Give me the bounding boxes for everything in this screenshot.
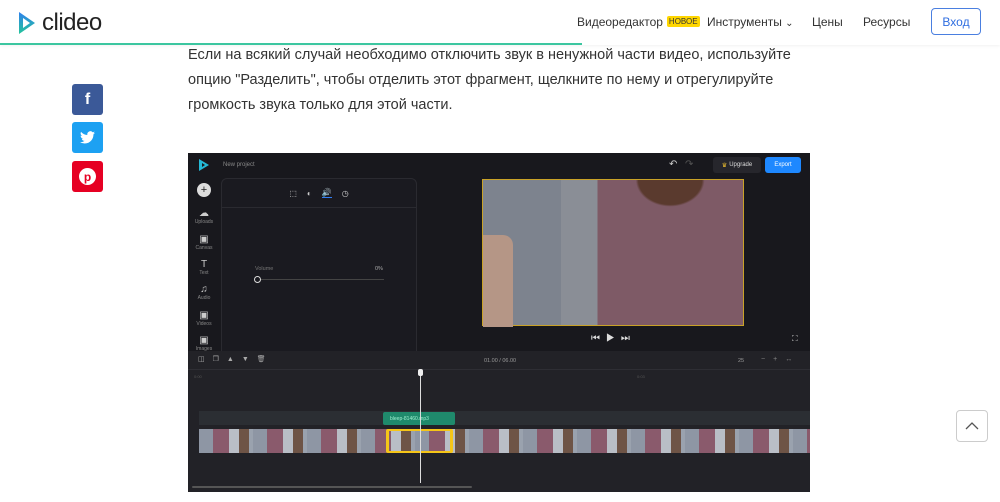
layer-down-icon[interactable]: ▼ <box>242 356 257 363</box>
new-badge: НОВОЕ <box>666 16 700 27</box>
sidebar-label: Text <box>199 270 209 276</box>
sidebar-images[interactable]: ▣ Images <box>189 335 219 352</box>
project-name[interactable]: New project <box>223 162 255 168</box>
volume-slider[interactable] <box>258 279 384 280</box>
sidebar-text[interactable]: T Text <box>189 259 219 276</box>
nav-resources[interactable]: Ресурсы <box>863 15 910 29</box>
undo-icon[interactable]: ↶ <box>669 159 677 170</box>
fullscreen-icon[interactable]: ⛶ <box>792 334 798 344</box>
clideo-logo-icon <box>19 12 35 34</box>
video-preview[interactable] <box>482 179 744 327</box>
playhead[interactable] <box>420 371 421 483</box>
export-button[interactable]: Export <box>765 157 801 173</box>
pinterest-icon: p <box>79 168 96 185</box>
upload-icon: ☁ <box>199 208 209 219</box>
twitter-share-button[interactable] <box>72 122 103 153</box>
timeline: ◫❐▲▼🗑 01.00 / 06.00 25 −+↔ 0:00 0:03 ble… <box>188 351 810 492</box>
ruler-tick: 0:03 <box>637 374 645 379</box>
playback-controls: ⏮▶⏭ <box>591 333 636 344</box>
nav-label: Инструменты <box>707 15 782 29</box>
skip-forward-icon[interactable]: ⏭ <box>621 333 636 344</box>
properties-panel: ⬚ ◐ 🔊 ◷ Volume 0% <box>221 178 417 374</box>
sidebar-videos[interactable]: ▣ Videos <box>189 310 219 327</box>
zoom-controls: −+↔ <box>761 356 800 363</box>
volume-slider-handle[interactable] <box>254 276 261 283</box>
video-track[interactable] <box>199 429 810 453</box>
zoom-value[interactable]: 25 <box>738 358 744 364</box>
upgrade-button[interactable]: ♛ Upgrade <box>713 157 761 173</box>
volume-icon[interactable]: 🔊 <box>321 188 332 198</box>
facebook-icon: f <box>84 90 91 108</box>
chevron-up-icon <box>965 422 979 430</box>
pinterest-share-button[interactable]: p <box>72 161 103 192</box>
editor-screenshot: New project ↶ ↷ ♛ Upgrade Export + ☁ Uploa… <box>188 153 810 492</box>
skip-back-icon[interactable]: ⏮ <box>591 333 606 344</box>
sidebar-label: Videos <box>196 321 212 327</box>
login-button[interactable]: Вход <box>931 8 981 35</box>
logo[interactable]: clideo <box>17 9 102 37</box>
sidebar-uploads[interactable]: ☁ Uploads <box>189 208 219 225</box>
time-display: 01.00 / 06.00 <box>484 358 517 364</box>
canvas-icon: ▣ <box>199 234 209 245</box>
twitter-icon <box>80 131 95 144</box>
preview-hand <box>483 235 513 327</box>
logo-text: clideo <box>42 9 102 36</box>
volume-label: Volume <box>255 266 274 272</box>
speed-icon[interactable]: ◷ <box>342 189 349 198</box>
redo-icon[interactable]: ↷ <box>685 159 693 170</box>
play-icon[interactable]: ▶ <box>606 333 621 344</box>
nav-video-editor[interactable]: Видеоредактор НОВОЕ <box>577 15 700 29</box>
playhead-handle[interactable] <box>418 369 423 376</box>
layer-up-icon[interactable]: ▲ <box>227 356 242 363</box>
chevron-down-icon: ⌄ <box>785 18 794 29</box>
delete-icon[interactable]: 🗑 <box>257 356 274 363</box>
editor-logo-icon <box>199 159 209 171</box>
sidebar-label: Canvas <box>195 245 213 251</box>
scroll-to-top-button[interactable] <box>956 410 988 442</box>
facebook-share-button[interactable]: f <box>72 84 103 115</box>
sidebar-canvas[interactable]: ▣ Canvas <box>189 234 219 251</box>
duplicate-icon[interactable]: ❐ <box>213 356 227 363</box>
zoom-out-icon[interactable]: − <box>761 356 773 363</box>
crop-icon[interactable]: ⬚ <box>289 189 297 198</box>
filter-icon[interactable]: ◐ <box>307 189 312 198</box>
nav-pricing[interactable]: Цены <box>812 15 843 29</box>
header: clideo Видеоредактор НОВОЕ Инструменты ⌄ … <box>0 0 1000 45</box>
zoom-in-icon[interactable]: + <box>773 356 785 363</box>
nav-tools[interactable]: Инструменты ⌄ <box>707 15 794 29</box>
nav-label: Видеоредактор <box>577 15 663 29</box>
add-button[interactable]: + <box>197 183 211 197</box>
split-icon[interactable]: ◫ <box>198 356 213 363</box>
article-paragraph: Если на всякий случай необходимо отключи… <box>188 47 791 113</box>
timeline-scrollbar[interactable] <box>192 486 472 488</box>
crown-icon: ♛ <box>721 162 728 169</box>
volume-value: 0% <box>375 266 383 272</box>
sidebar-audio[interactable]: ♫ Audio <box>189 284 219 301</box>
image-icon: ▣ <box>199 335 209 346</box>
audio-clip[interactable]: bleep-81460.mp3 <box>383 412 455 425</box>
timeline-tools: ◫❐▲▼🗑 <box>198 355 274 363</box>
sidebar-label: Audio <box>197 295 211 301</box>
upgrade-label: Upgrade <box>729 162 753 168</box>
text-icon: T <box>200 259 208 270</box>
ruler-tick: 0:00 <box>194 374 202 379</box>
audio-track <box>199 411 810 425</box>
fit-icon[interactable]: ↔ <box>785 356 800 363</box>
music-icon: ♫ <box>200 284 208 295</box>
video-icon: ▣ <box>199 310 209 321</box>
sidebar-label: Uploads <box>194 219 214 225</box>
